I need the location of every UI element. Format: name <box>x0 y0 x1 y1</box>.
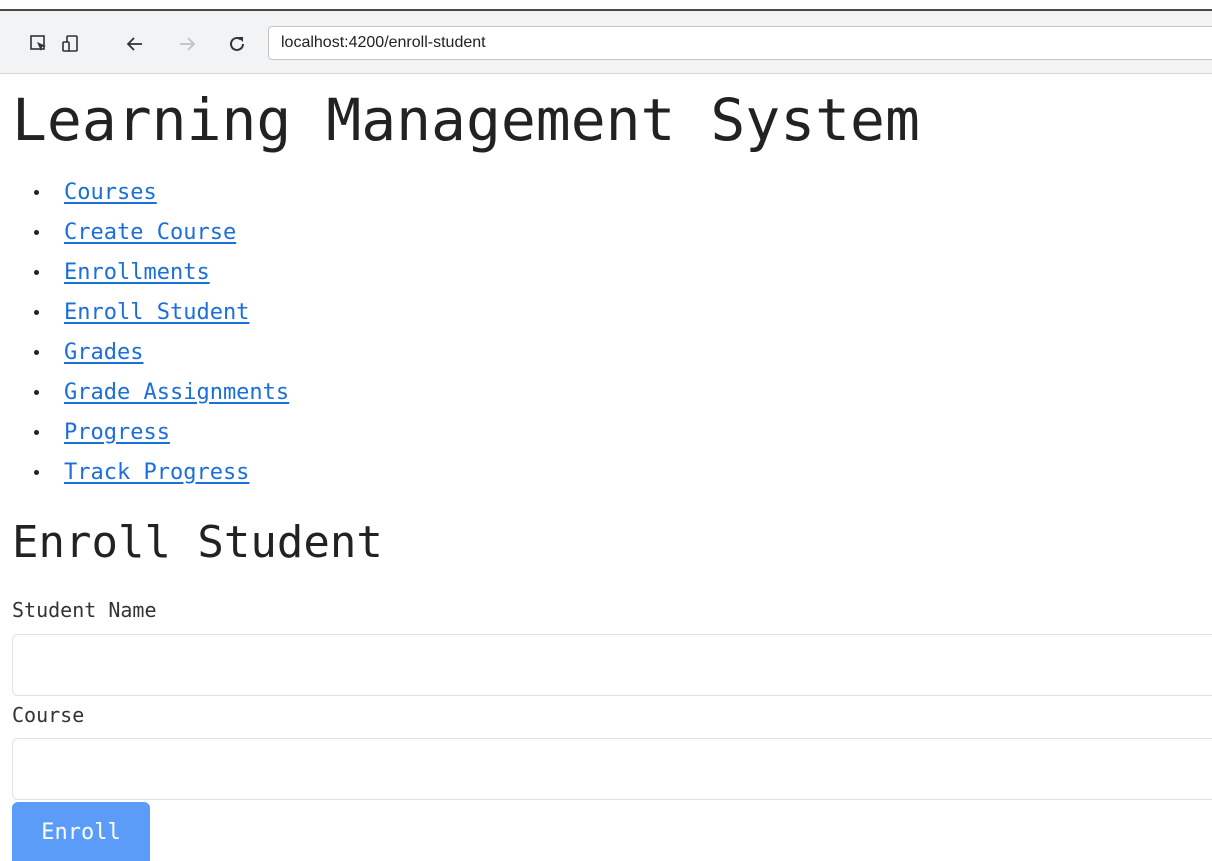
bullet-icon <box>34 429 39 435</box>
address-bar[interactable]: localhost:4200/enroll-student <box>268 26 1212 60</box>
bullet-icon <box>34 309 39 315</box>
bullet-icon <box>34 389 39 395</box>
bullet-icon <box>34 229 39 235</box>
course-input[interactable] <box>12 738 1212 800</box>
nav-item-grades: Grades <box>12 332 289 372</box>
back-icon[interactable] <box>122 31 148 57</box>
nav-link-create-course[interactable]: Create Course <box>64 220 236 245</box>
app-title: Learning Management System <box>12 86 920 154</box>
nav-link-progress[interactable]: Progress <box>64 420 170 445</box>
browser-chrome: localhost:4200/enroll-student <box>0 0 1212 80</box>
nav-item-track-progress: Track Progress <box>12 452 289 492</box>
student-name-label: Student Name <box>12 598 157 622</box>
nav-link-enroll-student[interactable]: Enroll Student <box>64 300 249 325</box>
course-label: Course <box>12 703 85 727</box>
enroll-button[interactable]: Enroll <box>12 802 150 861</box>
nav-link-track-progress[interactable]: Track Progress <box>64 460 249 485</box>
bullet-icon <box>34 189 39 195</box>
nav-item-courses: Courses <box>12 172 289 212</box>
nav-item-progress: Progress <box>12 412 289 452</box>
nav-link-enrollments[interactable]: Enrollments <box>64 260 210 285</box>
bullet-icon <box>34 269 39 275</box>
nav-item-create-course: Create Course <box>12 212 289 252</box>
form-title: Enroll Student <box>12 517 383 568</box>
device-toolbar-icon[interactable] <box>58 31 84 57</box>
inspect-icon[interactable] <box>26 31 52 57</box>
bullet-icon <box>34 469 39 475</box>
nav-item-grade-assignments: Grade Assignments <box>12 372 289 412</box>
student-name-input[interactable] <box>12 634 1212 696</box>
browser-toolbar: localhost:4200/enroll-student <box>0 11 1212 74</box>
bullet-icon <box>34 349 39 355</box>
main-nav: Courses Create Course Enrollments Enroll… <box>12 172 289 492</box>
nav-item-enrollments: Enrollments <box>12 252 289 292</box>
reload-icon[interactable] <box>224 31 250 57</box>
nav-link-grade-assignments[interactable]: Grade Assignments <box>64 380 289 405</box>
nav-item-enroll-student: Enroll Student <box>12 292 289 332</box>
nav-link-grades[interactable]: Grades <box>64 340 143 365</box>
nav-link-courses[interactable]: Courses <box>64 180 157 205</box>
forward-icon[interactable] <box>174 31 200 57</box>
